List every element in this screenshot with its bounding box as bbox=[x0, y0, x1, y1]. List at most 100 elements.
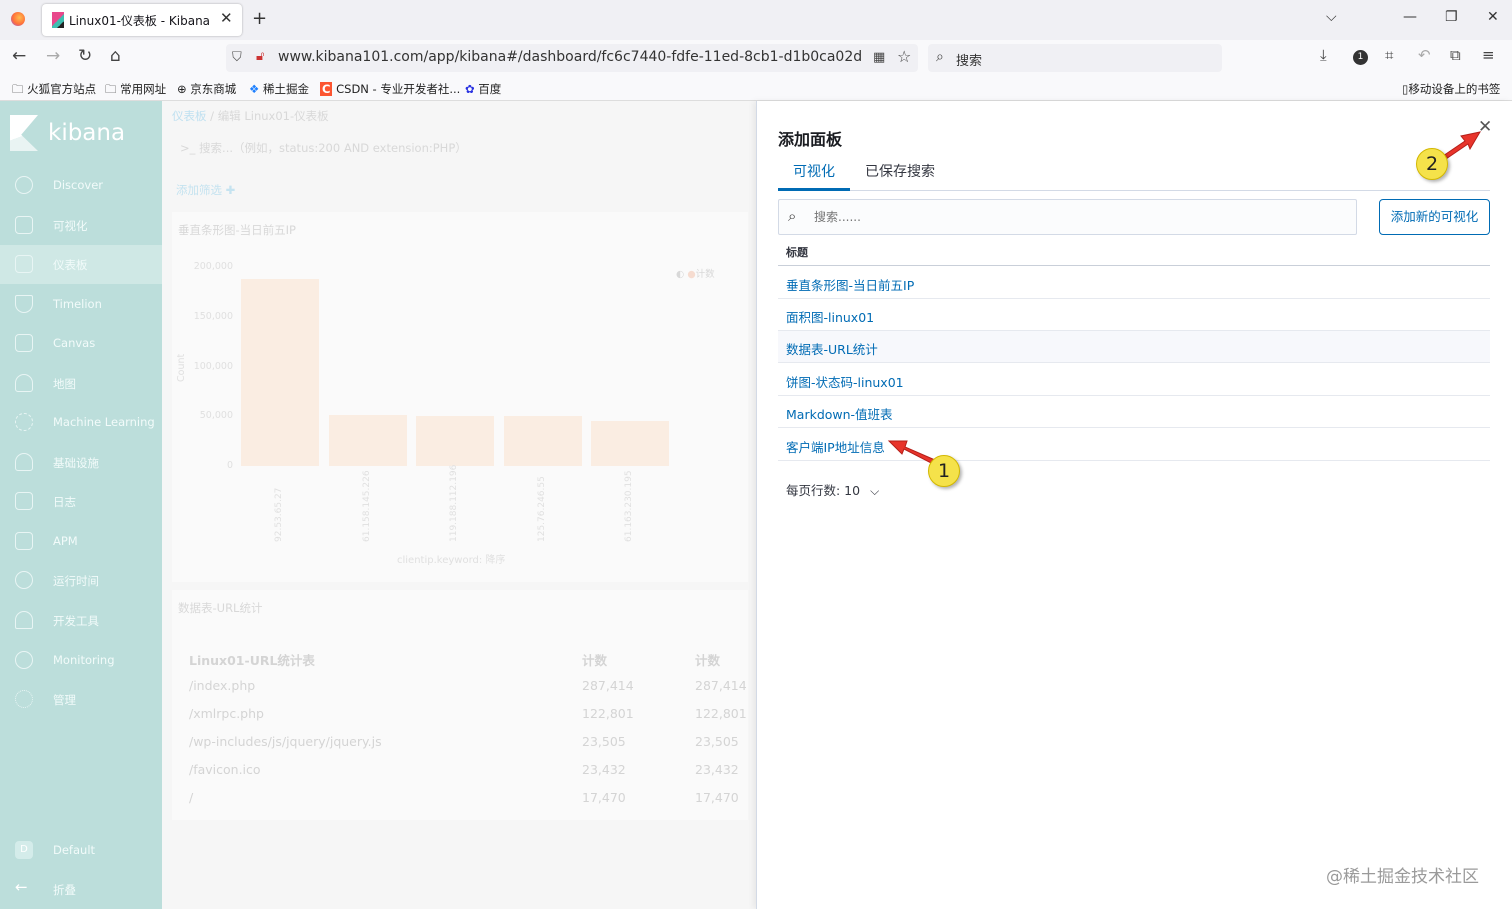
space-avatar: D bbox=[15, 841, 33, 859]
rows-per-page-selector[interactable]: 每页行数: 10 ⌵ bbox=[786, 480, 879, 499]
extensions-icon[interactable]: ⧉ bbox=[1450, 46, 1461, 64]
maximize-icon[interactable]: ❐ bbox=[1445, 9, 1458, 25]
add-filter-link[interactable]: 添加筛选 ✚ bbox=[176, 182, 235, 198]
bookmark-item[interactable]: 🗀︎ 火狐官方站点 bbox=[12, 81, 96, 101]
gear-icon bbox=[15, 690, 33, 708]
bookmark-item[interactable]: C CSDN - 专业开发者社... bbox=[320, 81, 460, 97]
column-header-title[interactable]: 标题 bbox=[786, 244, 808, 260]
nav-dev-tools[interactable]: 开发工具 bbox=[0, 601, 162, 640]
panel-title: 垂直条形图-当日前五IP bbox=[178, 223, 296, 237]
list-item[interactable]: 面积图-linux01 bbox=[778, 299, 1490, 331]
folder-icon: 🗀︎ bbox=[105, 82, 117, 96]
list-item[interactable]: 数据表-URL统计 bbox=[778, 331, 1490, 363]
table-header-count[interactable]: 计数 bbox=[695, 650, 720, 669]
shield-icon[interactable]: ⛉ bbox=[232, 50, 242, 65]
folder-icon: 🗀︎ bbox=[12, 82, 24, 96]
bookmark-item[interactable]: ✿ 百度 bbox=[465, 81, 501, 97]
infrastructure-icon bbox=[15, 453, 33, 471]
table-cell: 23,505 bbox=[695, 734, 739, 749]
minimize-icon[interactable]: — bbox=[1403, 9, 1417, 25]
bookmark-star-icon[interactable]: ☆ bbox=[897, 47, 911, 66]
chart-legend[interactable]: ◐ ●计数 bbox=[676, 266, 715, 280]
nav-uptime[interactable]: 运行时间 bbox=[0, 561, 162, 600]
bar[interactable] bbox=[591, 421, 669, 466]
y-tick-label: 100,000 bbox=[193, 360, 233, 372]
space-selector[interactable]: D Default bbox=[0, 831, 162, 870]
table-cell: 122,801 bbox=[582, 706, 634, 721]
close-icon[interactable]: ✕ bbox=[1478, 117, 1492, 137]
bar[interactable] bbox=[416, 415, 494, 466]
table-cell: /xmlrpc.php bbox=[189, 706, 264, 721]
forward-icon[interactable]: → bbox=[46, 46, 60, 66]
nav-apm[interactable]: APM bbox=[0, 522, 162, 561]
list-item-link[interactable]: 客户端IP地址信息 bbox=[786, 437, 885, 456]
nav-discover[interactable]: Discover bbox=[0, 166, 162, 205]
home-icon[interactable]: ⌂ bbox=[110, 46, 121, 66]
list-item-link[interactable]: 数据表-URL统计 bbox=[786, 339, 878, 358]
list-item[interactable]: 客户端IP地址信息 bbox=[778, 429, 1490, 461]
nav-logs[interactable]: 日志 bbox=[0, 482, 162, 521]
browser-tab-active[interactable]: Linux01-仪表板 - Kibana ✕ bbox=[42, 4, 242, 36]
table-cell: 17,470 bbox=[582, 790, 626, 805]
breadcrumb-root[interactable]: 仪表板 bbox=[172, 109, 207, 123]
table-header-url[interactable]: Linux01-URL统计表 bbox=[189, 650, 315, 669]
nav-management[interactable]: 管理 bbox=[0, 680, 162, 719]
nav-dashboard[interactable]: 仪表板 bbox=[0, 245, 162, 284]
mobile-bookmarks[interactable]: ▯移动设备上的书签 bbox=[1402, 81, 1500, 97]
table-cell: /wp-includes/js/jquery/jquery.js bbox=[189, 734, 382, 749]
qr-code-icon[interactable]: ▦ bbox=[873, 50, 885, 65]
list-item[interactable]: 饼图-状态码-linux01 bbox=[778, 364, 1490, 396]
download-icon[interactable]: ⤓ bbox=[1320, 46, 1327, 64]
nav-monitoring[interactable]: Monitoring bbox=[0, 641, 162, 680]
nav-visualize[interactable]: 可视化 bbox=[0, 206, 162, 245]
bar[interactable] bbox=[503, 416, 582, 466]
table-cell: 122,801 bbox=[695, 706, 747, 721]
kibana-favicon-icon bbox=[52, 12, 64, 28]
query-bar[interactable]: >_ 搜索...（例如，status:200 AND extension:PHP… bbox=[180, 140, 467, 156]
reload-icon[interactable]: ↻ bbox=[78, 46, 92, 66]
dashboard-icon bbox=[15, 255, 33, 273]
table-cell: 23,505 bbox=[582, 734, 626, 749]
panel-title: 数据表-URL统计 bbox=[178, 601, 263, 615]
add-new-visualization-button[interactable]: 添加新的可视化 bbox=[1379, 199, 1490, 235]
tab-divider bbox=[778, 190, 1490, 191]
nav-maps[interactable]: 地图 bbox=[0, 364, 162, 403]
url-text[interactable]: www.kibana101.com/app/kibana#/dashboard/… bbox=[278, 49, 863, 65]
new-tab-icon[interactable]: + bbox=[252, 8, 267, 29]
search-icon: ⌕ bbox=[788, 207, 797, 225]
bookmark-item[interactable]: 🗀︎ 常用网址 bbox=[105, 81, 166, 101]
nav-infrastructure[interactable]: 基础设施 bbox=[0, 443, 162, 482]
annotation-number-2: 2 bbox=[1416, 148, 1448, 180]
list-item[interactable]: Markdown-值班表 bbox=[778, 396, 1490, 428]
list-item-link[interactable]: 饼图-状态码-linux01 bbox=[786, 372, 904, 391]
bar[interactable] bbox=[241, 278, 319, 466]
list-item[interactable]: 垂直条形图-当日前五IP bbox=[778, 267, 1490, 299]
insecure-lock-icon[interactable]: 🔓︎ bbox=[256, 49, 264, 64]
bookmark-item[interactable]: ❖ 稀土掘金 bbox=[249, 81, 309, 97]
extension-badge-icon[interactable]: 1 bbox=[1353, 50, 1368, 65]
firefox-icon[interactable] bbox=[11, 12, 25, 26]
screenshot-icon[interactable]: ⌗ bbox=[1385, 46, 1393, 64]
kibana-logo-text[interactable]: kibana bbox=[48, 120, 125, 146]
tab-selected-indicator bbox=[778, 188, 850, 191]
menu-icon[interactable]: ≡ bbox=[1482, 46, 1495, 64]
nav-machine-learning[interactable]: Machine Learning bbox=[0, 403, 162, 442]
bar[interactable] bbox=[328, 415, 407, 466]
window-close-icon[interactable]: ✕ bbox=[1487, 9, 1499, 25]
list-item-link[interactable]: Markdown-值班表 bbox=[786, 404, 893, 423]
bookmark-item[interactable]: ⊕ 京东商城 bbox=[177, 81, 236, 97]
tab-saved-searches[interactable]: 已保存搜索 bbox=[865, 161, 935, 181]
undo-icon[interactable]: ↶ bbox=[1418, 46, 1431, 64]
nav-canvas[interactable]: Canvas bbox=[0, 324, 162, 363]
list-tabs-icon[interactable]: ⌵ bbox=[1326, 9, 1337, 25]
collapse-nav[interactable]: ← 折叠 bbox=[0, 870, 162, 909]
list-item-link[interactable]: 面积图-linux01 bbox=[786, 307, 874, 326]
flyout-search-input[interactable] bbox=[814, 210, 1314, 224]
close-tab-icon[interactable]: ✕ bbox=[220, 9, 233, 27]
nav-timelion[interactable]: Timelion bbox=[0, 285, 162, 324]
list-item-link[interactable]: 垂直条形图-当日前五IP bbox=[786, 275, 914, 294]
tab-visualizations[interactable]: 可视化 bbox=[793, 161, 835, 181]
table-header-count[interactable]: 计数 bbox=[582, 650, 607, 669]
back-icon[interactable]: ← bbox=[12, 46, 26, 66]
chart-icon bbox=[15, 216, 33, 234]
